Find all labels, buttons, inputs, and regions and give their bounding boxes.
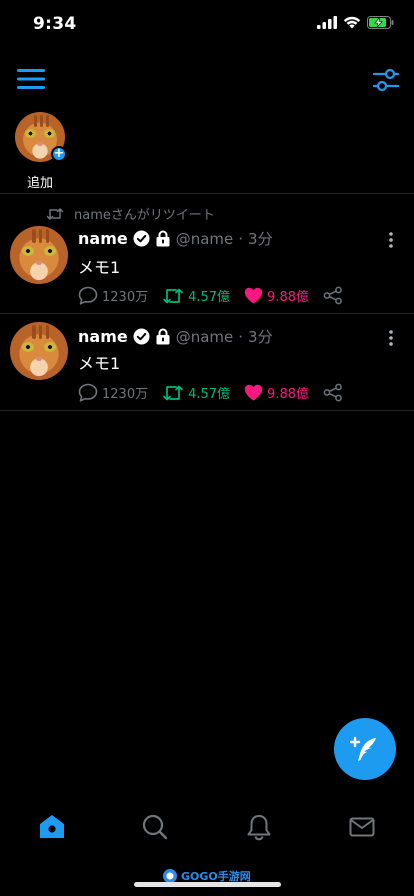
divider xyxy=(0,313,414,314)
bell-icon[interactable] xyxy=(245,813,273,841)
tweet-author-name[interactable]: name xyxy=(78,327,128,346)
mail-icon[interactable] xyxy=(348,813,376,841)
like-count: 9.88億 xyxy=(267,387,309,402)
reply-count: 1230万 xyxy=(102,290,149,305)
tweet[interactable]: name @name · 3分 メモ1 1230万 4.57億 9.88億 xyxy=(0,322,414,410)
tweet-separator: · xyxy=(238,229,244,248)
compose-tweet-button[interactable] xyxy=(334,718,396,780)
hamburger-icon[interactable] xyxy=(16,68,46,90)
tweet-handle: @name xyxy=(175,229,234,248)
add-story-label: 追加 xyxy=(26,176,53,191)
avatar[interactable] xyxy=(10,226,68,284)
retweet-button[interactable]: 4.57億 xyxy=(162,383,230,402)
retweet-button[interactable]: 4.57億 xyxy=(162,286,230,305)
tweet-text: メモ1 xyxy=(78,258,121,277)
retweet-icon xyxy=(163,288,183,303)
status-icons xyxy=(317,16,394,29)
plus-badge-icon: + xyxy=(51,146,67,162)
retweet-count: 4.57億 xyxy=(188,387,231,402)
retweet-count: 4.57億 xyxy=(188,290,231,305)
lock-icon xyxy=(156,230,170,247)
home-indicator[interactable] xyxy=(134,882,281,887)
divider xyxy=(0,193,414,194)
more-options-icon[interactable] xyxy=(388,330,394,346)
speech-bubble-icon xyxy=(78,286,98,305)
status-bar: 9:34 xyxy=(0,0,414,50)
reply-button[interactable]: 1230万 xyxy=(78,286,148,305)
tweet-header: name @name · 3分 xyxy=(78,228,273,249)
verified-badge-icon xyxy=(133,230,150,247)
top-navigation xyxy=(0,60,414,100)
tweet-time: 3分 xyxy=(248,230,273,248)
cellular-signal-icon xyxy=(317,16,337,29)
tweet-text: メモ1 xyxy=(78,354,121,373)
tweet-handle: @name xyxy=(175,327,234,346)
tweet-actions: 1230万 4.57億 9.88億 xyxy=(78,383,357,402)
more-options-icon[interactable] xyxy=(388,232,394,248)
home-icon[interactable] xyxy=(38,813,66,841)
add-story-button[interactable]: + 追加 xyxy=(12,110,68,191)
tweet-separator: · xyxy=(238,327,244,346)
lock-icon xyxy=(156,328,170,345)
speech-bubble-icon xyxy=(78,383,98,402)
avatar[interactable] xyxy=(10,322,68,380)
like-button[interactable]: 9.88億 xyxy=(244,383,309,402)
heart-icon xyxy=(244,287,263,304)
sliders-icon[interactable] xyxy=(372,66,400,94)
share-button[interactable] xyxy=(323,383,343,402)
tweet-header: name @name · 3分 xyxy=(78,326,273,347)
wifi-icon xyxy=(343,16,361,29)
divider xyxy=(0,410,414,411)
status-time: 9:34 xyxy=(33,14,77,34)
share-icon xyxy=(323,383,342,402)
story-row: + 追加 xyxy=(0,110,414,192)
reply-button[interactable]: 1230万 xyxy=(78,383,148,402)
feather-plus-icon xyxy=(350,736,376,761)
search-icon[interactable] xyxy=(141,813,169,841)
share-icon xyxy=(323,286,342,305)
tweet-time: 3分 xyxy=(248,328,273,346)
tweet-author-name[interactable]: name xyxy=(78,229,128,248)
retweet-icon xyxy=(163,385,183,400)
retweet-context-text: nameさんがリツイート xyxy=(74,208,215,223)
heart-icon xyxy=(244,384,263,401)
retweet-context-icon xyxy=(46,207,64,220)
share-button[interactable] xyxy=(323,286,343,305)
verified-badge-icon xyxy=(133,328,150,345)
like-count: 9.88億 xyxy=(267,290,309,305)
retweet-context: nameさんがリツイート xyxy=(46,204,215,223)
like-button[interactable]: 9.88億 xyxy=(244,286,309,305)
tweet-actions: 1230万 4.57億 9.88億 xyxy=(78,286,357,305)
reply-count: 1230万 xyxy=(102,387,149,402)
tweet[interactable]: name @name · 3分 メモ1 1230万 4.57億 9.88億 xyxy=(0,224,414,312)
bottom-tab-bar xyxy=(0,805,414,845)
battery-charging-icon xyxy=(367,16,394,29)
